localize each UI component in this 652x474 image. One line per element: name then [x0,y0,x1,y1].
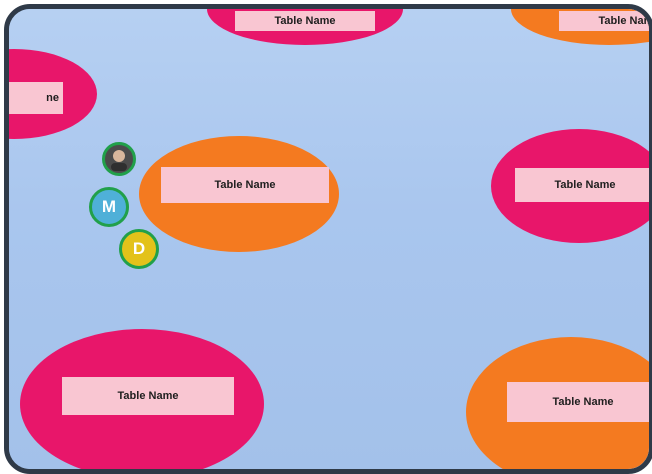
table-name-label: Table Name [507,382,649,422]
table-t7[interactable]: Table Name [459,324,649,469]
table-name-label: ne [9,82,63,114]
table-t4[interactable]: Table Name [129,129,349,259]
table-t3[interactable]: ne [9,44,99,144]
guest-avatar-m[interactable]: M [89,187,129,227]
table-name-label: Table Name [515,168,649,202]
table-name-label: Table Name [559,11,649,31]
guest-avatar-d[interactable]: D [119,229,159,269]
table-name-label: Table Name [62,377,234,415]
avatar-initial: D [132,239,146,258]
guest-avatar-photo[interactable] [102,142,136,176]
table-t5[interactable]: Table Name [487,124,649,249]
table-t1[interactable]: Table Name [205,9,405,49]
venue-canvas[interactable]: Table Name Table Name ne Table Name Tabl… [4,4,652,474]
table-t6[interactable]: Table Name [14,319,274,469]
table-name-label: Table Name [161,167,329,203]
table-name-label: Table Name [235,11,375,31]
person-icon [111,150,127,171]
table-t2[interactable]: Table Name [509,9,649,49]
avatar-initial: M [101,197,117,216]
